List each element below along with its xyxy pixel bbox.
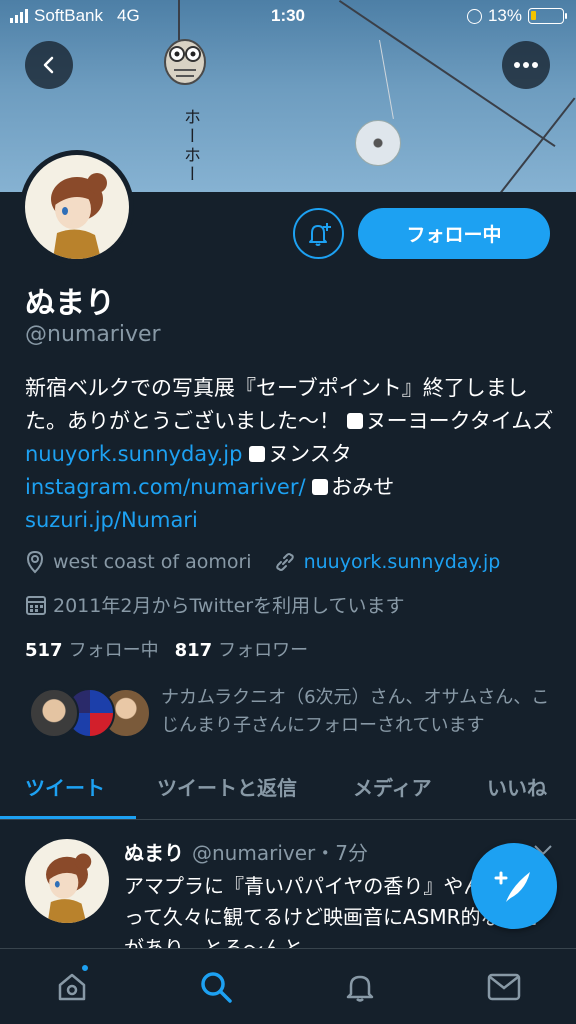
owl-ornament-icon — [164, 39, 206, 85]
back-icon — [43, 56, 54, 74]
follow-counts: 517 フォロー中 817 フォロワー — [25, 636, 308, 662]
profile-avatar[interactable] — [20, 150, 134, 264]
banner-disc-ornament — [355, 120, 401, 166]
followers-link[interactable]: 817 フォロワー — [175, 640, 309, 661]
tab-tweets-replies[interactable]: ツイートと返信 — [157, 772, 297, 801]
profile-tabs: ツイート ツイートと返信 メディア いいね — [0, 766, 576, 820]
battery-percent: 13% — [487, 6, 522, 25]
compose-tweet-button[interactable] — [471, 843, 557, 929]
back-button[interactable] — [25, 41, 73, 89]
active-tab-indicator — [0, 816, 136, 819]
display-name: ぬまり — [25, 286, 115, 321]
known-followers-text: ナカムラクニオ（6次元）さん、オサムさん、こじんまり子さんにフォローされています — [161, 687, 550, 736]
square-icon — [249, 446, 266, 462]
link-icon — [275, 553, 294, 571]
tab-media[interactable]: メディア — [353, 772, 432, 801]
following-label: フォロー中 — [68, 640, 159, 661]
following-button[interactable]: フォロー中 — [358, 208, 550, 259]
compose-icon — [494, 871, 530, 902]
new-content-dot — [80, 963, 90, 973]
bio-link-suzuri[interactable]: suzuri.jp/Numari — [25, 508, 198, 532]
square-icon — [346, 413, 363, 429]
tab-likes[interactable]: いいね — [487, 772, 547, 801]
nav-search[interactable] — [196, 967, 236, 1007]
nav-messages[interactable] — [484, 967, 524, 1007]
avatar[interactable] — [25, 839, 109, 923]
bell-plus-icon — [308, 222, 331, 246]
calendar-icon — [26, 595, 46, 615]
notifications-icon — [346, 975, 374, 1002]
bio-text: ヌンスタ — [268, 442, 352, 466]
followers-label: フォロワー — [218, 640, 309, 661]
nav-notifications[interactable] — [340, 967, 380, 1007]
square-icon — [312, 479, 329, 495]
user-handle: @numariver — [25, 322, 161, 347]
bio-text: ヌーヨークタイムズ — [365, 409, 554, 433]
bio-text — [242, 442, 249, 466]
joined-text: 2011年2月からTwitterを利用しています — [53, 595, 405, 617]
avatar — [25, 155, 129, 259]
more-icon — [514, 62, 538, 68]
home-icon — [58, 973, 86, 1001]
search-icon — [201, 972, 232, 1003]
tab-tweets[interactable]: ツイート — [25, 772, 105, 801]
tweet-author-name: ぬまり — [124, 841, 184, 865]
bottom-navigation — [0, 948, 576, 1024]
banner-sign-text: ホーホー — [180, 108, 200, 184]
bio-text — [306, 475, 313, 499]
website-link[interactable]: nuuyork.sunnyday.jp — [304, 551, 501, 573]
status-bar: SoftBank 4G 1:30 13% — [0, 0, 576, 34]
following-link[interactable]: 517 フォロー中 — [25, 640, 159, 661]
battery-icon — [528, 8, 567, 24]
followers-count: 817 — [174, 640, 213, 661]
bio-text: おみせ — [331, 475, 395, 499]
messages-icon — [487, 973, 521, 1001]
banner-wire — [379, 40, 394, 119]
tweet-handle-time: @numariver・7分 — [192, 841, 368, 865]
bio-link-nuuyork[interactable]: nuuyork.sunnyday.jp — [25, 442, 242, 466]
location-text: west coast of aomori — [53, 551, 252, 573]
more-button[interactable] — [502, 41, 550, 89]
bio-link-instagram[interactable]: instagram.com/numariver/ — [25, 475, 306, 499]
known-followers[interactable]: ナカムラクニオ（6次元）さん、オサムさん、こじんまり子さんにフォローされています — [25, 684, 555, 744]
rotation-lock-icon — [466, 8, 482, 24]
tweet-header: ぬまり @numariver・7分 — [124, 837, 368, 866]
avatar — [29, 688, 79, 738]
nav-home[interactable] — [52, 967, 92, 1007]
following-count: 517 — [25, 640, 63, 661]
banner-wire — [500, 97, 576, 192]
location-icon — [26, 550, 44, 574]
notification-bell-button[interactable] — [293, 208, 344, 259]
profile-meta-row: west coast of aomori nuuyork.sunnyday.jp — [25, 550, 500, 574]
profile-bio: 新宿ベルクでの写真展『セーブポイント』終了しました。ありがとうございました〜！ … — [25, 372, 555, 537]
joined-row: 2011年2月からTwitterを利用しています — [25, 591, 405, 618]
